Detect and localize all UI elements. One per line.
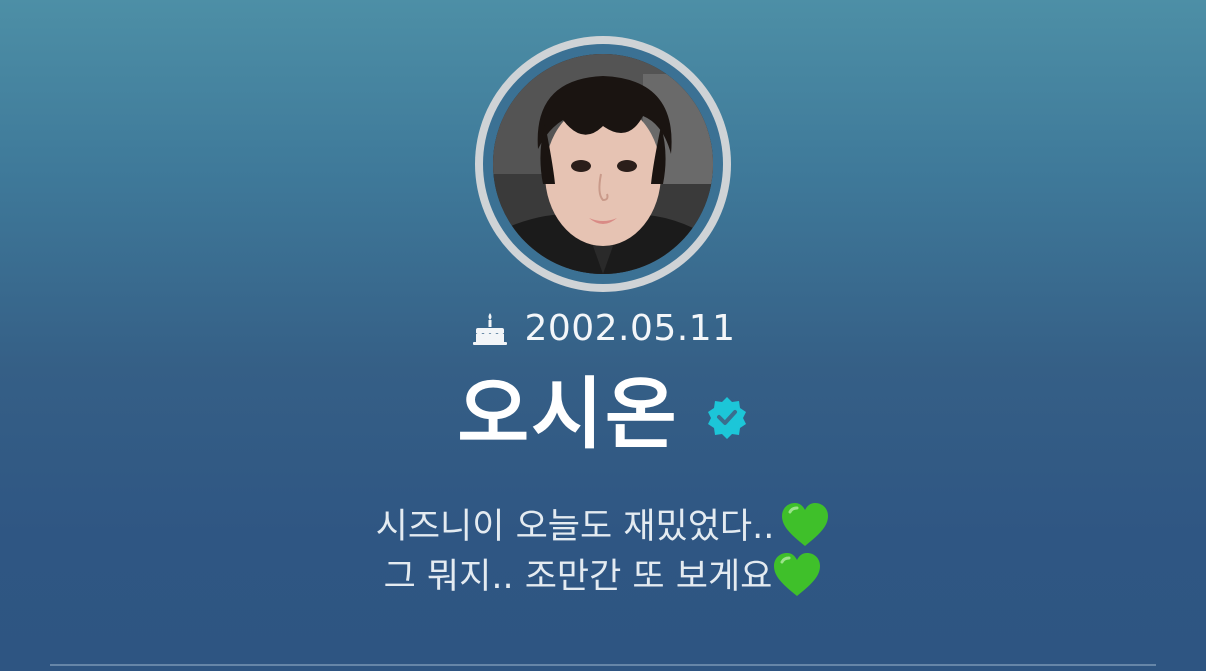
- avatar-border: [483, 44, 723, 284]
- avatar[interactable]: [493, 54, 713, 274]
- verified-badge-icon[interactable]: [705, 395, 749, 439]
- cake-icon: [473, 313, 508, 345]
- bio-line-1: 시즈니이 오늘도 재밌었다..: [0, 502, 1206, 552]
- name-row: 오시온: [0, 365, 1206, 465]
- bio-line-2-text: 그 뭐지.. 조만간 또 보게요: [383, 557, 773, 597]
- profile-bio: 시즈니이 오늘도 재밌었다.. 그 뭐지.. 조만간 또 보게요: [0, 502, 1206, 602]
- divider: [50, 664, 1156, 666]
- profile-name: 오시온: [457, 370, 679, 460]
- green-heart-icon: [782, 503, 829, 546]
- bio-line-1-text: 시즈니이 오늘도 재밌었다..: [375, 507, 775, 547]
- birthday-date: 2002.05.11: [524, 308, 736, 349]
- profile-header: 2002.05.11 오시온 시즈니이 오늘도 재밌었다.. 그 뭐지.. 조만…: [0, 0, 1206, 671]
- birthday-row: 2002.05.11: [0, 305, 1206, 353]
- green-heart-icon: [774, 553, 821, 596]
- avatar-image: [493, 54, 713, 274]
- avatar-frame[interactable]: [475, 36, 731, 292]
- bio-line-2: 그 뭐지.. 조만간 또 보게요: [0, 552, 1206, 602]
